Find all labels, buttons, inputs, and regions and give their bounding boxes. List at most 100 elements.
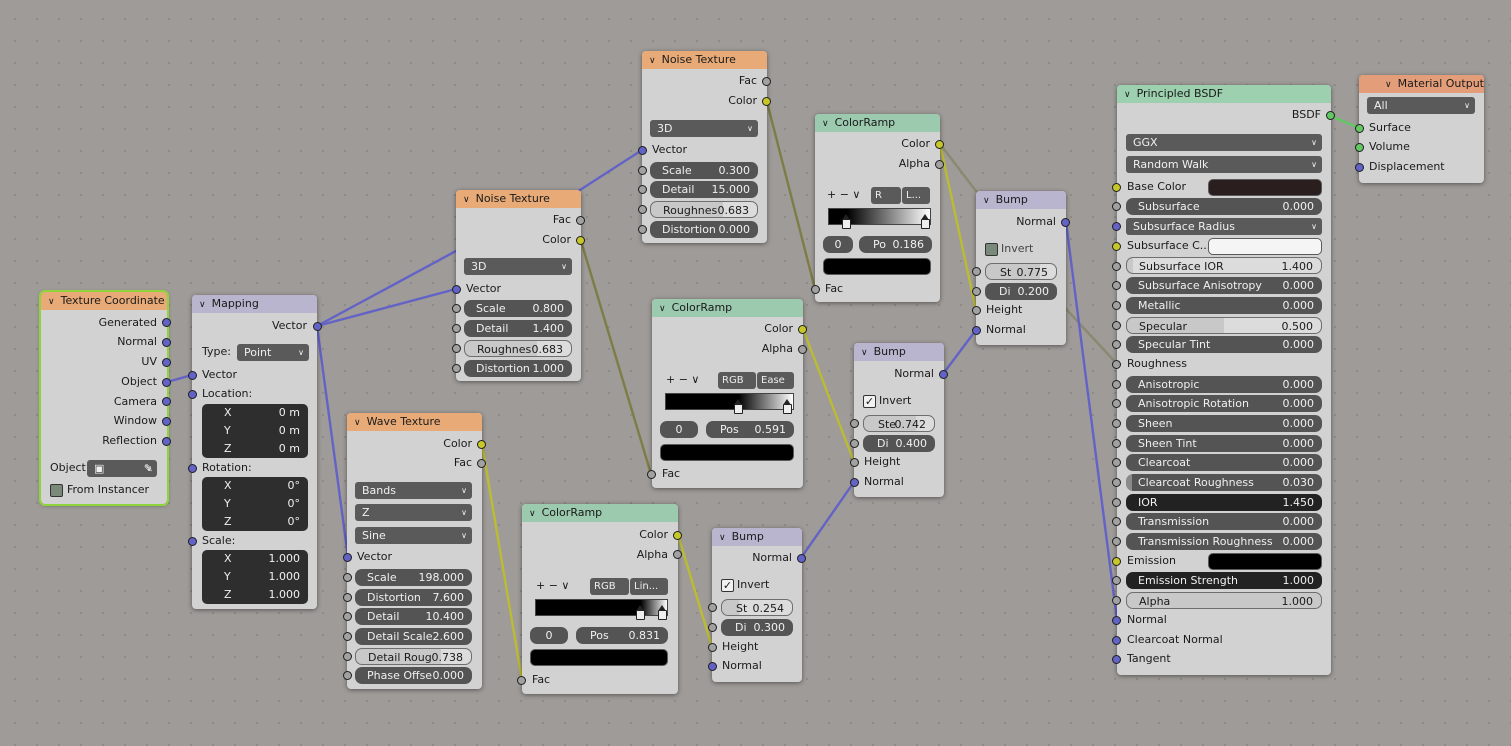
detail-field[interactable]: Detail 1.400	[464, 320, 572, 337]
stop-color-swatch[interactable]	[823, 258, 931, 275]
node-header[interactable]: Noise Texture	[456, 190, 581, 208]
node-header[interactable]: Bump	[712, 528, 802, 546]
socket-ramp3-fac[interactable]	[517, 676, 526, 685]
roughness-field[interactable]: Roughnes 0.683	[464, 340, 572, 357]
socket-bump3-normal-in[interactable]	[708, 662, 717, 671]
subsurface-radius-select[interactable]: Subsurface Radius	[1126, 218, 1322, 235]
socket-bsdf-specular[interactable]	[1112, 321, 1121, 330]
socket-noise2-detail[interactable]	[638, 185, 647, 194]
wave-profile-select[interactable]: Sine	[355, 527, 472, 544]
detail-scale-field[interactable]: Detail Scale 2.600	[355, 628, 472, 645]
stop-position-field[interactable]: Po 0.186	[859, 236, 932, 253]
distance-field[interactable]: Di 0.200	[985, 283, 1057, 300]
scale-field[interactable]: Scale 0.300	[650, 162, 758, 179]
rotation-x[interactable]: X 0°	[202, 477, 308, 495]
socket-ramp2-color[interactable]	[798, 325, 807, 334]
phase-offset-field[interactable]: Phase Offse 0.000	[355, 667, 472, 684]
socket-ramp1-color[interactable]	[935, 140, 944, 149]
clearcoat-roughness-field[interactable]: Clearcoat Roughness 0.030	[1126, 474, 1322, 491]
socket-bsdf-subsurface-radius[interactable]	[1112, 222, 1121, 231]
socket-bsdf-transmission[interactable]	[1112, 517, 1121, 526]
dimensions-select[interactable]: 3D	[464, 258, 572, 275]
scale-field[interactable]: Scale 0.800	[464, 300, 572, 317]
socket-bsdf-ior[interactable]	[1112, 498, 1121, 507]
node-header[interactable]: Texture Coordinate	[41, 292, 167, 310]
socket-noise1-roughness[interactable]	[452, 344, 461, 353]
socket-output-surface[interactable]	[1355, 124, 1364, 133]
socket-bump2-height[interactable]	[850, 458, 859, 467]
rotation-z[interactable]: Z 0°	[202, 513, 308, 531]
socket-bump3-strength[interactable]	[708, 603, 717, 612]
scale-fields[interactable]: X 1.000 Y 1.000 Z 1.000	[202, 550, 308, 604]
socket-wave-fac[interactable]	[477, 459, 486, 468]
subsurface-field[interactable]: Subsurface 0.000	[1126, 198, 1322, 215]
eyedropper-icon[interactable]: ✎	[144, 460, 153, 477]
socket-output-displacement[interactable]	[1355, 163, 1364, 172]
color-ramp-gradient[interactable]	[665, 393, 794, 410]
color-mode-select[interactable]: RGB	[718, 372, 756, 389]
sheen-tint-field[interactable]: Sheen Tint 0.000	[1126, 435, 1322, 452]
material-output-node[interactable]: Material Output All Surface Volume Displ…	[1359, 75, 1484, 183]
distortion-field[interactable]: Distortion 0.000	[650, 221, 758, 238]
socket-bsdf-transmission-roughness[interactable]	[1112, 537, 1121, 546]
detail-roughness-field[interactable]: Detail Roug 0.738	[355, 648, 472, 665]
socket-noise2-scale[interactable]	[638, 166, 647, 175]
color-mode-select[interactable]: R	[871, 187, 901, 204]
socket-normal[interactable]	[162, 338, 171, 347]
rotation-y[interactable]: Y 0°	[202, 495, 308, 513]
socket-bsdf-subsurface-aniso[interactable]	[1112, 281, 1121, 290]
socket-bsdf-specular-tint[interactable]	[1112, 340, 1121, 349]
socket-mapping-out[interactable]	[313, 322, 322, 331]
location-y[interactable]: Y0 m	[202, 422, 308, 440]
stop-index-field[interactable]: 0	[660, 421, 698, 438]
stop-index-field[interactable]: 0	[530, 627, 568, 644]
socket-bsdf-alpha[interactable]	[1112, 596, 1121, 605]
colorramp-node-3[interactable]: ColorRamp Color Alpha + − ∨ RGB Lin... 0…	[522, 504, 678, 694]
socket-bsdf-roughness[interactable]	[1112, 360, 1121, 369]
interpolation-select[interactable]: Ease	[757, 372, 794, 389]
strength-field[interactable]: St 0.254	[721, 599, 793, 616]
socket-bump1-height[interactable]	[972, 306, 981, 315]
socket-bsdf-emission[interactable]	[1112, 557, 1121, 566]
socket-bump3-height[interactable]	[708, 643, 717, 652]
socket-noise2-distortion[interactable]	[638, 225, 647, 234]
wave-type-select[interactable]: Bands	[355, 482, 472, 499]
location-x[interactable]: X0 m	[202, 404, 308, 422]
transmission-roughness-field[interactable]: Transmission Roughness 0.000	[1126, 533, 1322, 550]
ramp-tools[interactable]: + − ∨	[536, 579, 569, 592]
transmission-field[interactable]: Transmission 0.000	[1126, 513, 1322, 530]
socket-bsdf-subsurface-color[interactable]	[1112, 242, 1121, 251]
socket-bsdf-anisotropic[interactable]	[1112, 380, 1121, 389]
node-header[interactable]: Wave Texture	[347, 413, 482, 431]
socket-ramp1-fac[interactable]	[811, 285, 820, 294]
metallic-field[interactable]: Metallic 0.000	[1126, 297, 1322, 314]
anisotropic-field[interactable]: Anisotropic 0.000	[1126, 376, 1322, 393]
socket-bump1-strength[interactable]	[972, 267, 981, 276]
detail-field[interactable]: Detail 15.000	[650, 181, 758, 198]
clearcoat-field[interactable]: Clearcoat 0.000	[1126, 454, 1322, 471]
socket-noise2-roughness[interactable]	[638, 205, 647, 214]
socket-wave-color[interactable]	[477, 440, 486, 449]
socket-wave-detail-scale[interactable]	[343, 632, 352, 641]
socket-mapping-vector[interactable]	[188, 371, 197, 380]
socket-noise1-vector[interactable]	[452, 285, 461, 294]
sheen-field[interactable]: Sheen 0.000	[1126, 415, 1322, 432]
bump-node-3[interactable]: Bump Normal ✓ Invert St0.254 Di0.300 Hei…	[712, 528, 802, 682]
socket-bump1-normal-in[interactable]	[972, 326, 981, 335]
socket-ramp1-alpha[interactable]	[935, 160, 944, 169]
colorramp-node-2[interactable]: ColorRamp Color Alpha + − ∨ RGB Ease 0 P…	[652, 299, 803, 488]
socket-camera[interactable]	[162, 397, 171, 406]
base-color-swatch[interactable]	[1208, 179, 1322, 196]
socket-bsdf-metallic[interactable]	[1112, 301, 1121, 310]
socket-output-volume[interactable]	[1355, 143, 1364, 152]
socket-noise1-distortion[interactable]	[452, 364, 461, 373]
location-fields[interactable]: X0 m Y0 m Z0 m	[202, 404, 308, 458]
socket-bsdf-sheen[interactable]	[1112, 419, 1121, 428]
socket-bump2-distance[interactable]	[850, 439, 859, 448]
mapping-node[interactable]: Mapping Vector Type: Point Vector Locati…	[192, 295, 317, 609]
texture-coordinate-node[interactable]: Texture Coordinate Generated Normal UV O…	[39, 290, 169, 506]
socket-wave-distortion[interactable]	[343, 593, 352, 602]
socket-bsdf-sheen-tint[interactable]	[1112, 439, 1121, 448]
socket-ramp2-fac[interactable]	[647, 470, 656, 479]
socket-bump3-distance[interactable]	[708, 623, 717, 632]
